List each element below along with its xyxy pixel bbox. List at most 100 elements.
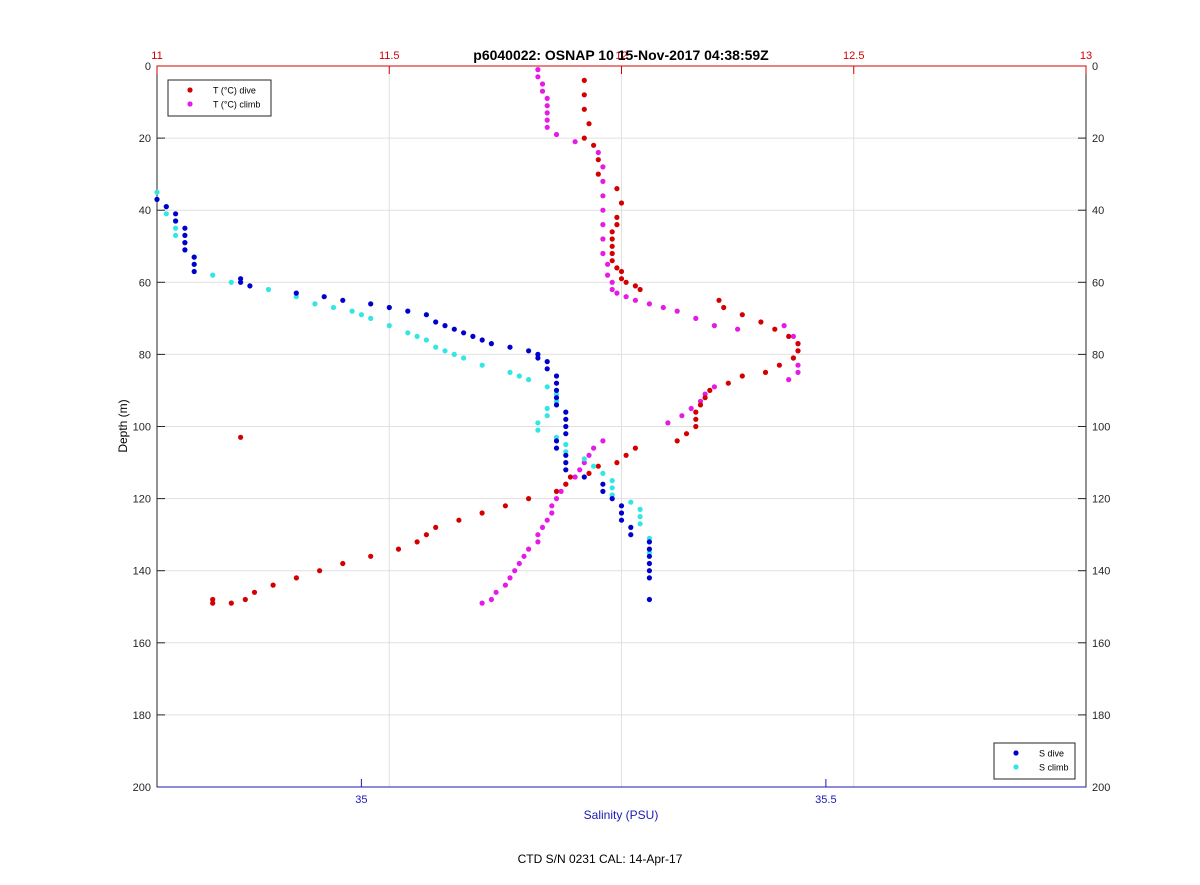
data-point: [558, 488, 564, 494]
data-point: [762, 369, 769, 375]
data-point: [674, 438, 680, 444]
data-point: [368, 553, 374, 559]
y-tick-label: 20: [139, 133, 151, 145]
data-point: [247, 283, 253, 289]
data-point: [646, 546, 653, 552]
data-point: [586, 452, 592, 458]
data-point: [591, 463, 597, 469]
data-point: [609, 485, 615, 491]
data-point: [461, 355, 467, 361]
data-point: [182, 225, 188, 231]
data-point: [577, 467, 583, 473]
data-point: [600, 207, 606, 213]
data-point: [553, 438, 560, 444]
data-point: [600, 164, 606, 170]
data-point: [781, 323, 787, 329]
data-point: [614, 214, 620, 220]
data-point: [618, 200, 625, 206]
data-point: [786, 377, 792, 383]
data-point: [646, 568, 653, 574]
y-tick-label-right: 160: [1092, 638, 1110, 650]
y-tick-label: 40: [139, 205, 151, 217]
data-point: [330, 304, 337, 311]
data-point: [600, 481, 606, 487]
data-point: [790, 355, 797, 361]
data-point: [716, 297, 722, 303]
data-point: [386, 323, 392, 329]
data-point: [553, 395, 560, 401]
data-point: [544, 103, 550, 109]
data-point: [595, 149, 601, 156]
data-point: [609, 243, 615, 249]
data-point: [632, 297, 639, 303]
data-point: [340, 297, 346, 303]
data-point: [618, 268, 625, 275]
data-point: [242, 596, 248, 603]
data-point: [442, 323, 448, 329]
data-point: [563, 431, 569, 437]
data-point: [442, 348, 448, 354]
data-point: [544, 366, 550, 372]
data-point: [637, 286, 643, 293]
data-point: [461, 330, 467, 336]
data-point: [646, 575, 653, 581]
data-point: [646, 596, 653, 603]
data-point: [674, 308, 680, 314]
data-point: [544, 517, 550, 523]
series-0: [210, 77, 801, 606]
data-point: [790, 333, 797, 339]
data-point: [544, 359, 550, 365]
data-point: [210, 596, 216, 603]
data-point: [595, 463, 601, 469]
top-x-tick-label: 11.5: [379, 50, 400, 62]
data-point: [210, 272, 216, 278]
y-tick-label: 60: [139, 277, 151, 289]
data-point: [600, 178, 606, 184]
data-point: [539, 88, 546, 94]
data-point: [563, 481, 569, 487]
legend-marker: [1013, 764, 1019, 770]
data-point: [776, 362, 783, 368]
data-point: [739, 312, 745, 318]
data-point: [544, 405, 550, 412]
data-point: [563, 460, 569, 466]
calibration-footer: CTD S/N 0231 CAL: 14-Apr-17: [517, 852, 683, 866]
data-point: [493, 589, 499, 595]
data-point: [614, 290, 620, 296]
data-point: [600, 470, 606, 476]
data-point: [683, 431, 690, 437]
data-point: [535, 420, 541, 426]
data-point: [154, 196, 160, 202]
data-point: [758, 319, 764, 325]
data-point: [470, 333, 476, 339]
top-x-tick-label: 11: [151, 50, 162, 62]
data-point: [405, 330, 411, 336]
data-point: [191, 261, 197, 267]
data-point: [614, 222, 620, 228]
y-tick-label-right: 60: [1092, 277, 1104, 289]
data-point: [623, 279, 629, 285]
data-point: [600, 236, 606, 242]
data-point: [423, 532, 429, 538]
data-point: [414, 333, 420, 339]
data-point: [637, 506, 643, 512]
data-point: [191, 268, 197, 275]
data-point: [544, 124, 550, 130]
data-point: [618, 517, 625, 523]
data-point: [479, 337, 485, 343]
data-point: [605, 272, 611, 278]
data-point: [182, 232, 188, 238]
y-tick-label: 160: [133, 638, 151, 650]
data-point: [581, 135, 587, 141]
data-point: [795, 348, 801, 354]
data-point: [628, 524, 634, 531]
data-point: [502, 503, 508, 509]
legend-entry: T (°C) dive: [213, 86, 256, 96]
data-point: [549, 510, 555, 516]
data-point: [358, 312, 364, 318]
data-point: [544, 110, 550, 116]
data-point: [479, 600, 485, 606]
top-x-tick-label: 12.5: [843, 50, 864, 62]
data-point: [386, 304, 392, 311]
y-tick-label-right: 120: [1092, 494, 1110, 506]
